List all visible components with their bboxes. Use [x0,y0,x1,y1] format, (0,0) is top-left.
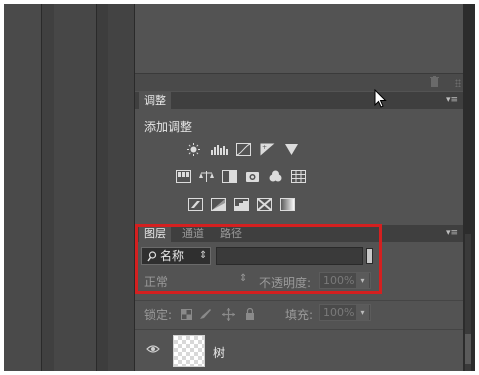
left-dock-column [108,4,135,371]
upper-panel-content [135,4,463,73]
black-white-icon[interactable] [222,170,237,183]
lock-label: 锁定: [144,308,173,322]
mouse-cursor-icon [374,89,387,108]
selective-color-icon[interactable] [257,198,272,211]
fill-label: 填充: [285,308,314,322]
invert-icon[interactable] [188,198,203,211]
vibrance-icon[interactable] [284,143,299,156]
svg-text:+: + [262,144,267,151]
threshold-icon[interactable] [234,198,249,211]
lock-all-icon[interactable] [245,308,255,320]
levels-icon[interactable] [210,143,230,156]
adjustments-title: 添加调整 [144,120,193,134]
hue-saturation-icon[interactable] [176,170,191,183]
lock-fill-row: 锁定: 填充: 100% ▾ [135,300,463,325]
lock-position-icon[interactable] [222,308,235,321]
posterize-icon[interactable] [211,198,226,211]
layers-scrollbar-thumb[interactable] [465,334,471,364]
gradient-map-icon[interactable] [280,198,295,211]
left-dock-gap [41,4,54,371]
lock-image-pixels-icon[interactable] [199,308,213,320]
brightness-contrast-icon[interactable] [186,143,201,156]
left-dock-column [54,4,96,371]
trash-icon[interactable] [430,76,439,87]
fill-value: 100% [323,306,355,319]
layer-name[interactable]: 树 [213,344,225,361]
panel-menu-icon[interactable]: ▾≡ [446,229,458,238]
channel-mixer-icon[interactable] [268,170,283,183]
left-dock-gap [96,4,108,371]
eye-icon[interactable] [146,344,160,354]
curves-icon[interactable] [236,143,251,156]
divider [96,4,97,371]
fill-input[interactable]: 100% ▾ [319,304,371,321]
left-dock-column [4,4,41,371]
tab-adjustments[interactable]: 调整 [139,92,171,109]
chevron-down-icon[interactable]: ▾ [356,305,369,320]
layer-item[interactable]: 树 [135,329,463,371]
highlight-annotation-box [135,224,382,294]
exposure-icon[interactable]: + [260,143,275,156]
panel-menu-icon[interactable]: ▾≡ [446,96,458,105]
color-balance-icon[interactable] [199,170,214,183]
upper-panel-toolbar [135,73,463,91]
photo-filter-icon[interactable] [245,170,260,183]
divider [41,4,42,371]
right-panel-dock: 调整 ▾≡ 添加调整 + 图层 通道 路径 ▾≡ 名称 ⇕ 正常 ⇕ 不透明度:… [135,4,463,371]
layer-thumbnail[interactable] [173,335,205,367]
photoshop-window: 调整 ▾≡ 添加调整 + 图层 通道 路径 ▾≡ 名称 ⇕ 正常 ⇕ 不透明度:… [4,4,475,371]
resize-grip[interactable] [455,79,461,87]
color-lookup-icon[interactable] [291,170,306,183]
lock-transparent-pixels-icon[interactable] [181,309,192,320]
adjustments-tabbar: 调整 ▾≡ [135,92,463,109]
